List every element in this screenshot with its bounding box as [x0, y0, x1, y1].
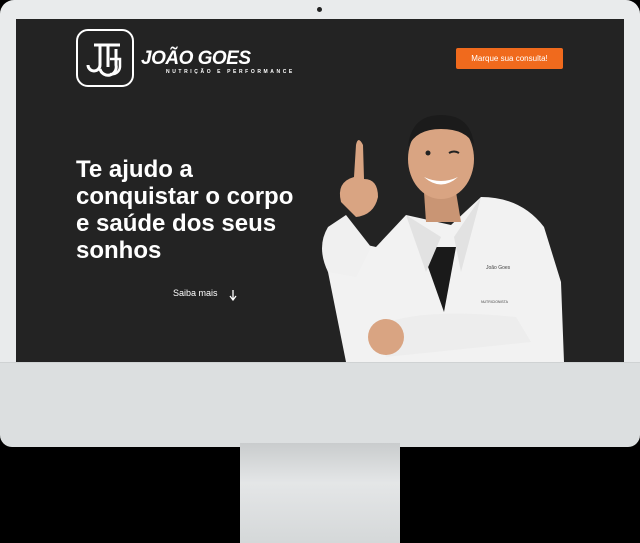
learn-more-link[interactable]: Saiba mais: [173, 288, 218, 298]
headline-line: Te ajudo a: [76, 156, 193, 183]
logo-badge[interactable]: [76, 29, 134, 87]
logo-tagline: NUTRIÇÃO E PERFORMANCE: [166, 69, 295, 75]
coat-title-embroidery: NUTRICIONISTA: [481, 300, 509, 304]
hero-headline: Te ajudo a conquistar o corpo e saúde do…: [76, 156, 326, 264]
hero-portrait: João Goes NUTRICIONISTA: [322, 115, 564, 362]
website-screen: JOÃO GOES NUTRIÇÃO E PERFORMANCE Marque …: [16, 19, 624, 362]
monitor-stand: [240, 443, 400, 543]
monogram-logo-icon: [86, 43, 122, 77]
headline-line: e saúde dos seus: [76, 210, 277, 237]
headline-line: conquistar o corpo: [76, 183, 294, 210]
arrow-down-icon[interactable]: [229, 290, 237, 301]
coat-name-embroidery: João Goes: [486, 265, 511, 271]
book-consultation-button[interactable]: Marque sua consulta!: [456, 48, 563, 69]
logo-wordmark: JOÃO GOES: [141, 48, 251, 69]
camera-dot: [317, 7, 322, 12]
headline-line: sonhos: [76, 237, 162, 264]
monitor-chin: [0, 362, 640, 447]
